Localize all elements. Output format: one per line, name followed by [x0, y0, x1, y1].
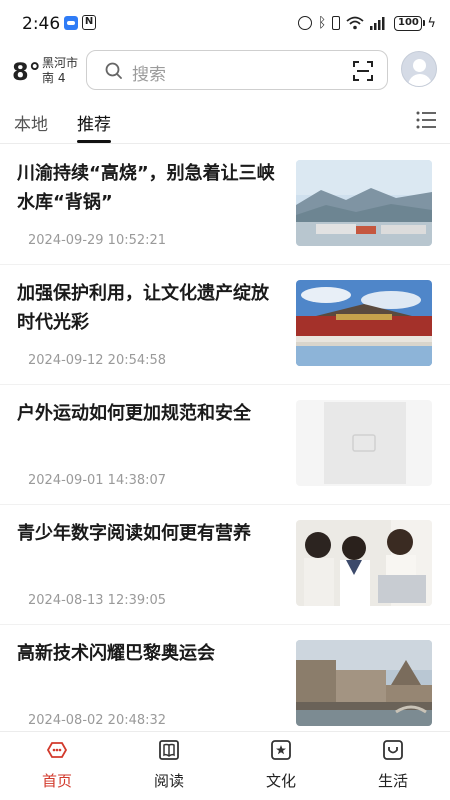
signal-icon — [370, 16, 388, 30]
app-notification-icon — [64, 16, 78, 30]
alarm-icon — [298, 16, 313, 30]
news-time: 2024-09-12 20:54:58 — [28, 353, 167, 368]
news-title: 青少年数字阅读如何更有营养 — [17, 523, 251, 544]
weather-location[interactable]: 黑河市 南 4 — [42, 56, 78, 86]
channel-tabs: 本地 推荐 — [0, 98, 450, 144]
nav-read[interactable]: 阅读 — [129, 738, 209, 791]
news-title: 加强保护利用，让文化遗产绽放时代光彩 — [17, 283, 269, 333]
news-time: 2024-08-13 12:39:05 — [28, 593, 167, 608]
search-input[interactable]: 搜索 — [86, 50, 388, 90]
culture-icon — [271, 740, 291, 760]
status-time: 2:46 — [22, 14, 61, 34]
avatar[interactable] — [401, 51, 437, 87]
news-thumbnail — [296, 280, 432, 366]
tab-recommend[interactable]: 推荐 — [77, 110, 111, 135]
nav-home[interactable]: 首页 — [17, 738, 97, 791]
life-icon — [383, 740, 403, 760]
nav-home-label: 首页 — [41, 772, 72, 790]
home-icon — [46, 742, 68, 758]
news-thumbnail — [296, 160, 432, 246]
news-title: 高新技术闪耀巴黎奥运会 — [17, 643, 215, 664]
news-item[interactable]: 高新技术闪耀巴黎奥运会 2024-08-02 20:48:32 — [0, 625, 450, 745]
news-title: 川渝持续“高烧”，别急着让三峡水库“背锅” — [17, 163, 275, 213]
status-bar: 2:46 N ᛒ 100 ϟ — [0, 0, 450, 44]
news-item[interactable]: 户外运动如何更加规范和安全 2024-09-01 14:38:07 — [0, 385, 450, 505]
nfc-icon: N — [82, 15, 96, 30]
tab-local[interactable]: 本地 — [14, 110, 48, 135]
system-icons: ᛒ 100 ϟ — [298, 14, 436, 32]
news-thumbnail-placeholder — [296, 400, 432, 486]
active-tab-indicator — [77, 140, 111, 143]
charging-icon: ϟ — [427, 15, 436, 31]
news-time: 2024-09-01 14:38:07 — [28, 473, 167, 488]
weather-city: 黑河市 — [42, 56, 79, 70]
nav-read-label: 阅读 — [153, 772, 184, 790]
battery-indicator: 100 ϟ — [394, 15, 436, 31]
news-time: 2024-08-02 20:48:32 — [28, 713, 167, 728]
news-title: 户外运动如何更加规范和安全 — [17, 403, 251, 424]
news-thumbnail — [296, 520, 432, 606]
scan-icon[interactable] — [353, 61, 373, 81]
search-icon — [105, 62, 122, 79]
weather-temperature[interactable]: 8° — [12, 58, 41, 86]
bottom-nav: 首页 阅读 文化 生活 — [0, 731, 450, 800]
battery-level: 100 — [394, 15, 423, 31]
news-list: 川渝持续“高烧”，别急着让三峡水库“背锅” 2024-09-29 10:52:2… — [0, 145, 450, 745]
nav-culture-label: 文化 — [265, 772, 296, 790]
vibrate-icon — [332, 16, 341, 30]
weather-wind: 南 4 — [42, 71, 66, 85]
channel-menu-icon[interactable] — [416, 111, 436, 129]
bluetooth-icon: ᛒ — [318, 15, 327, 31]
header: 8° 黑河市 南 4 搜索 — [0, 44, 450, 98]
book-icon — [159, 740, 179, 760]
wifi-icon — [346, 16, 365, 30]
news-item[interactable]: 加强保护利用，让文化遗产绽放时代光彩 2024-09-12 20:54:58 — [0, 265, 450, 385]
nav-culture[interactable]: 文化 — [241, 738, 321, 791]
nav-life-label: 生活 — [377, 772, 408, 790]
search-placeholder: 搜索 — [132, 65, 166, 85]
news-thumbnail — [296, 640, 432, 726]
nav-life[interactable]: 生活 — [353, 738, 433, 791]
news-item[interactable]: 川渝持续“高烧”，别急着让三峡水库“背锅” 2024-09-29 10:52:2… — [0, 145, 450, 265]
news-item[interactable]: 青少年数字阅读如何更有营养 2024-08-13 12:39:05 — [0, 505, 450, 625]
news-time: 2024-09-29 10:52:21 — [28, 233, 167, 248]
